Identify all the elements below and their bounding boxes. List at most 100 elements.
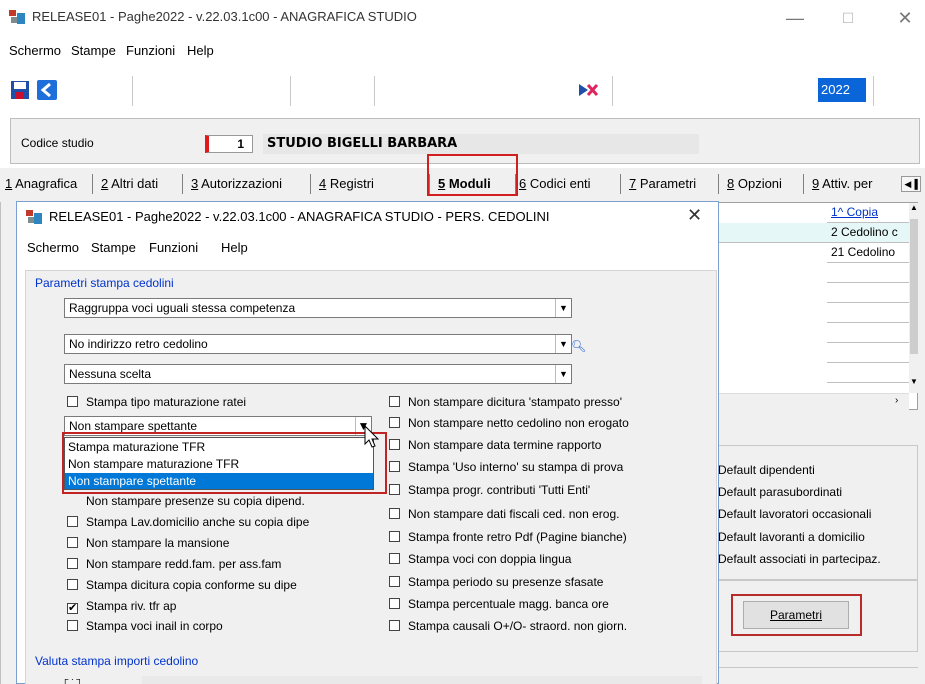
checkbox-box[interactable]: [67, 516, 78, 527]
chevron-down-icon[interactable]: ▼: [555, 335, 571, 353]
tab-scroll-left-button[interactable]: ◀▐: [901, 176, 921, 192]
scroll-up-icon[interactable]: ▲: [909, 203, 919, 217]
grid-row[interactable]: 21 Cedolino: [827, 243, 909, 263]
checkbox-non-stampare-redd-fam[interactable]: Non stampare redd.fam. per ass.fam: [67, 557, 281, 571]
menu-help[interactable]: Help: [187, 43, 214, 58]
dialog-menu-help[interactable]: Help: [221, 240, 248, 255]
checkbox-box[interactable]: [389, 620, 400, 631]
grid-row[interactable]: 1^ Copia: [827, 203, 909, 223]
save-icon[interactable]: [10, 80, 30, 100]
checkbox-box[interactable]: [389, 396, 400, 407]
tab-parametri[interactable]: 7 Parametri: [629, 176, 696, 191]
checkbox-box[interactable]: [389, 417, 400, 428]
checkbox-box[interactable]: [389, 461, 400, 472]
grid-row[interactable]: [827, 363, 909, 383]
checkbox-non-stampare-dati-fiscali[interactable]: Non stampare dati fiscali ced. non erog.: [389, 507, 619, 521]
checkbox-box[interactable]: [67, 396, 78, 407]
checkbox-stampa-tipo-maturazione[interactable]: Stampa tipo maturazione ratei: [67, 395, 246, 409]
default-associati[interactable]: Default associati in partecipaz.: [718, 552, 881, 566]
delete-icon[interactable]: [578, 82, 598, 98]
nessuna-scelta-select[interactable]: Nessuna scelta ▼: [64, 364, 572, 384]
checkbox-box[interactable]: [389, 484, 400, 495]
dialog-menu-stampe[interactable]: Stampe: [91, 240, 136, 255]
year-field[interactable]: 2022: [818, 78, 866, 102]
main-toolbar: 2022: [0, 70, 925, 110]
tab-codici-enti[interactable]: 6 Codici enti: [519, 176, 591, 191]
dialog-close-icon[interactable]: ✕: [687, 205, 702, 226]
checkbox-box[interactable]: [67, 579, 78, 590]
checkbox-non-stampare-data-termine[interactable]: Non stampare data termine rapporto: [389, 438, 601, 452]
studio-code-field[interactable]: 1: [205, 135, 253, 153]
checkbox-stampa-uso-interno[interactable]: Stampa 'Uso interno' su stampa di prova: [389, 460, 623, 474]
valuta-field-partial[interactable]: ┌ · ┐: [62, 674, 142, 684]
checkbox-non-stampare-dicitura[interactable]: Non stampare dicitura 'stampato presso': [389, 395, 622, 409]
dialog-menu-funzioni[interactable]: Funzioni: [149, 240, 198, 255]
checkbox-non-stampare-presenze[interactable]: Non stampare presenze su copia dipend.: [67, 494, 305, 508]
minimize-button[interactable]: —: [780, 4, 810, 32]
app-icon: [9, 10, 25, 24]
checkbox-label: Non stampare la mansione: [86, 536, 230, 550]
tab-altri-dati[interactable]: 2 Altri dati: [101, 176, 158, 191]
raggruppa-voci-select[interactable]: Raggruppa voci uguali stessa competenza …: [64, 298, 572, 318]
tab-attiv-per[interactable]: 9 Attiv. per: [812, 176, 900, 191]
checkbox-stampa-fronte-retro[interactable]: Stampa fronte retro Pdf (Pagine bianche): [389, 530, 627, 544]
menu-funzioni[interactable]: Funzioni: [126, 43, 175, 58]
grid-row[interactable]: [827, 283, 909, 303]
default-lavoranti-domicilio[interactable]: Default lavoranti a domicilio: [718, 530, 865, 544]
grid-row[interactable]: [827, 343, 909, 363]
grid-row[interactable]: [827, 303, 909, 323]
grid-horizontal-scrollbar[interactable]: ›: [711, 393, 909, 410]
close-button[interactable]: ✕: [890, 4, 920, 32]
checkbox-box[interactable]: ✔: [67, 603, 78, 614]
modules-grid[interactable]: 1^ Copia 2 Cedolino c 21 Cedolino ▲ ▼ ›: [710, 202, 919, 410]
menu-stampe[interactable]: Stampe: [71, 43, 116, 58]
checkbox-box[interactable]: [67, 537, 78, 548]
checkbox-box[interactable]: [389, 598, 400, 609]
highlight-box-dropdown: [62, 432, 387, 494]
checkbox-box[interactable]: [389, 553, 400, 564]
checkbox-stampa-causali-straord[interactable]: Stampa causali O+/O- straord. non giorn.: [389, 619, 627, 633]
grid-row-selected[interactable]: [711, 223, 827, 243]
checkbox-stampa-doppia-lingua[interactable]: Stampa voci con doppia lingua: [389, 552, 571, 566]
grid-row[interactable]: 2 Cedolino c: [827, 223, 909, 243]
checkbox-non-stampare-netto[interactable]: Non stampare netto cedolino non erogato: [389, 416, 629, 430]
search-icon[interactable]: 🔍︎: [571, 339, 586, 353]
scroll-right-icon[interactable]: ›: [895, 395, 898, 406]
chevron-down-icon[interactable]: ▼: [555, 299, 571, 317]
scroll-thumb[interactable]: [910, 219, 918, 354]
checkbox-stampa-dicitura-copia[interactable]: Stampa dicitura copia conforme su dipe: [67, 578, 297, 592]
dialog-menu-schermo[interactable]: Schermo: [27, 240, 79, 255]
checkbox-stampa-progr-contributi[interactable]: Stampa progr. contributi 'Tutti Enti': [389, 483, 590, 497]
select-value: Nessuna scelta: [69, 367, 152, 381]
back-arrow-icon[interactable]: [37, 80, 57, 100]
tab-registri[interactable]: 4 Registri: [319, 176, 374, 191]
maximize-button[interactable]: ☐: [833, 4, 863, 32]
tab-autorizzazioni[interactable]: 3 Autorizzazioni: [191, 176, 282, 191]
grid-vertical-scrollbar[interactable]: ▲ ▼: [909, 203, 919, 393]
dialog-title: RELEASE01 - Paghe2022 - v.22.03.1c00 - A…: [49, 209, 550, 224]
chevron-down-icon[interactable]: ▼: [555, 365, 571, 383]
checkbox-non-stampare-mansione[interactable]: Non stampare la mansione: [67, 536, 229, 550]
checkbox-box[interactable]: [389, 508, 400, 519]
grid-row[interactable]: [827, 323, 909, 343]
checkbox-stampa-voci-inail[interactable]: Stampa voci inail in corpo: [67, 619, 223, 633]
window-title: RELEASE01 - Paghe2022 - v.22.03.1c00 - A…: [32, 9, 417, 24]
checkbox-box[interactable]: [389, 576, 400, 587]
checkbox-stampa-percentuale-banca-ore[interactable]: Stampa percentuale magg. banca ore: [389, 597, 609, 611]
default-dipendenti[interactable]: Default dipendenti: [718, 463, 815, 477]
checkbox-box[interactable]: [67, 558, 78, 569]
checkbox-box[interactable]: [67, 620, 78, 631]
default-parasubordinati[interactable]: Default parasubordinati: [718, 485, 842, 499]
menu-schermo[interactable]: Schermo: [9, 43, 61, 58]
tab-anagrafica[interactable]: 1 Anagrafica: [5, 176, 77, 191]
default-lavoratori-occasionali[interactable]: Default lavoratori occasionali: [718, 507, 871, 521]
scroll-down-icon[interactable]: ▼: [909, 377, 919, 391]
tab-opzioni[interactable]: 8 Opzioni: [727, 176, 782, 191]
checkbox-stampa-lav-domicilio[interactable]: Stampa Lav.domicilio anche su copia dipe: [67, 515, 309, 529]
indirizzo-retro-select[interactable]: No indirizzo retro cedolino ▼: [64, 334, 572, 354]
checkbox-box[interactable]: [389, 531, 400, 542]
checkbox-box[interactable]: [389, 439, 400, 450]
checkbox-stampa-riv-tfr[interactable]: ✔ Stampa riv. tfr ap: [67, 599, 176, 614]
checkbox-stampa-periodo-sfasate[interactable]: Stampa periodo su presenze sfasate: [389, 575, 603, 589]
grid-row[interactable]: [827, 263, 909, 283]
